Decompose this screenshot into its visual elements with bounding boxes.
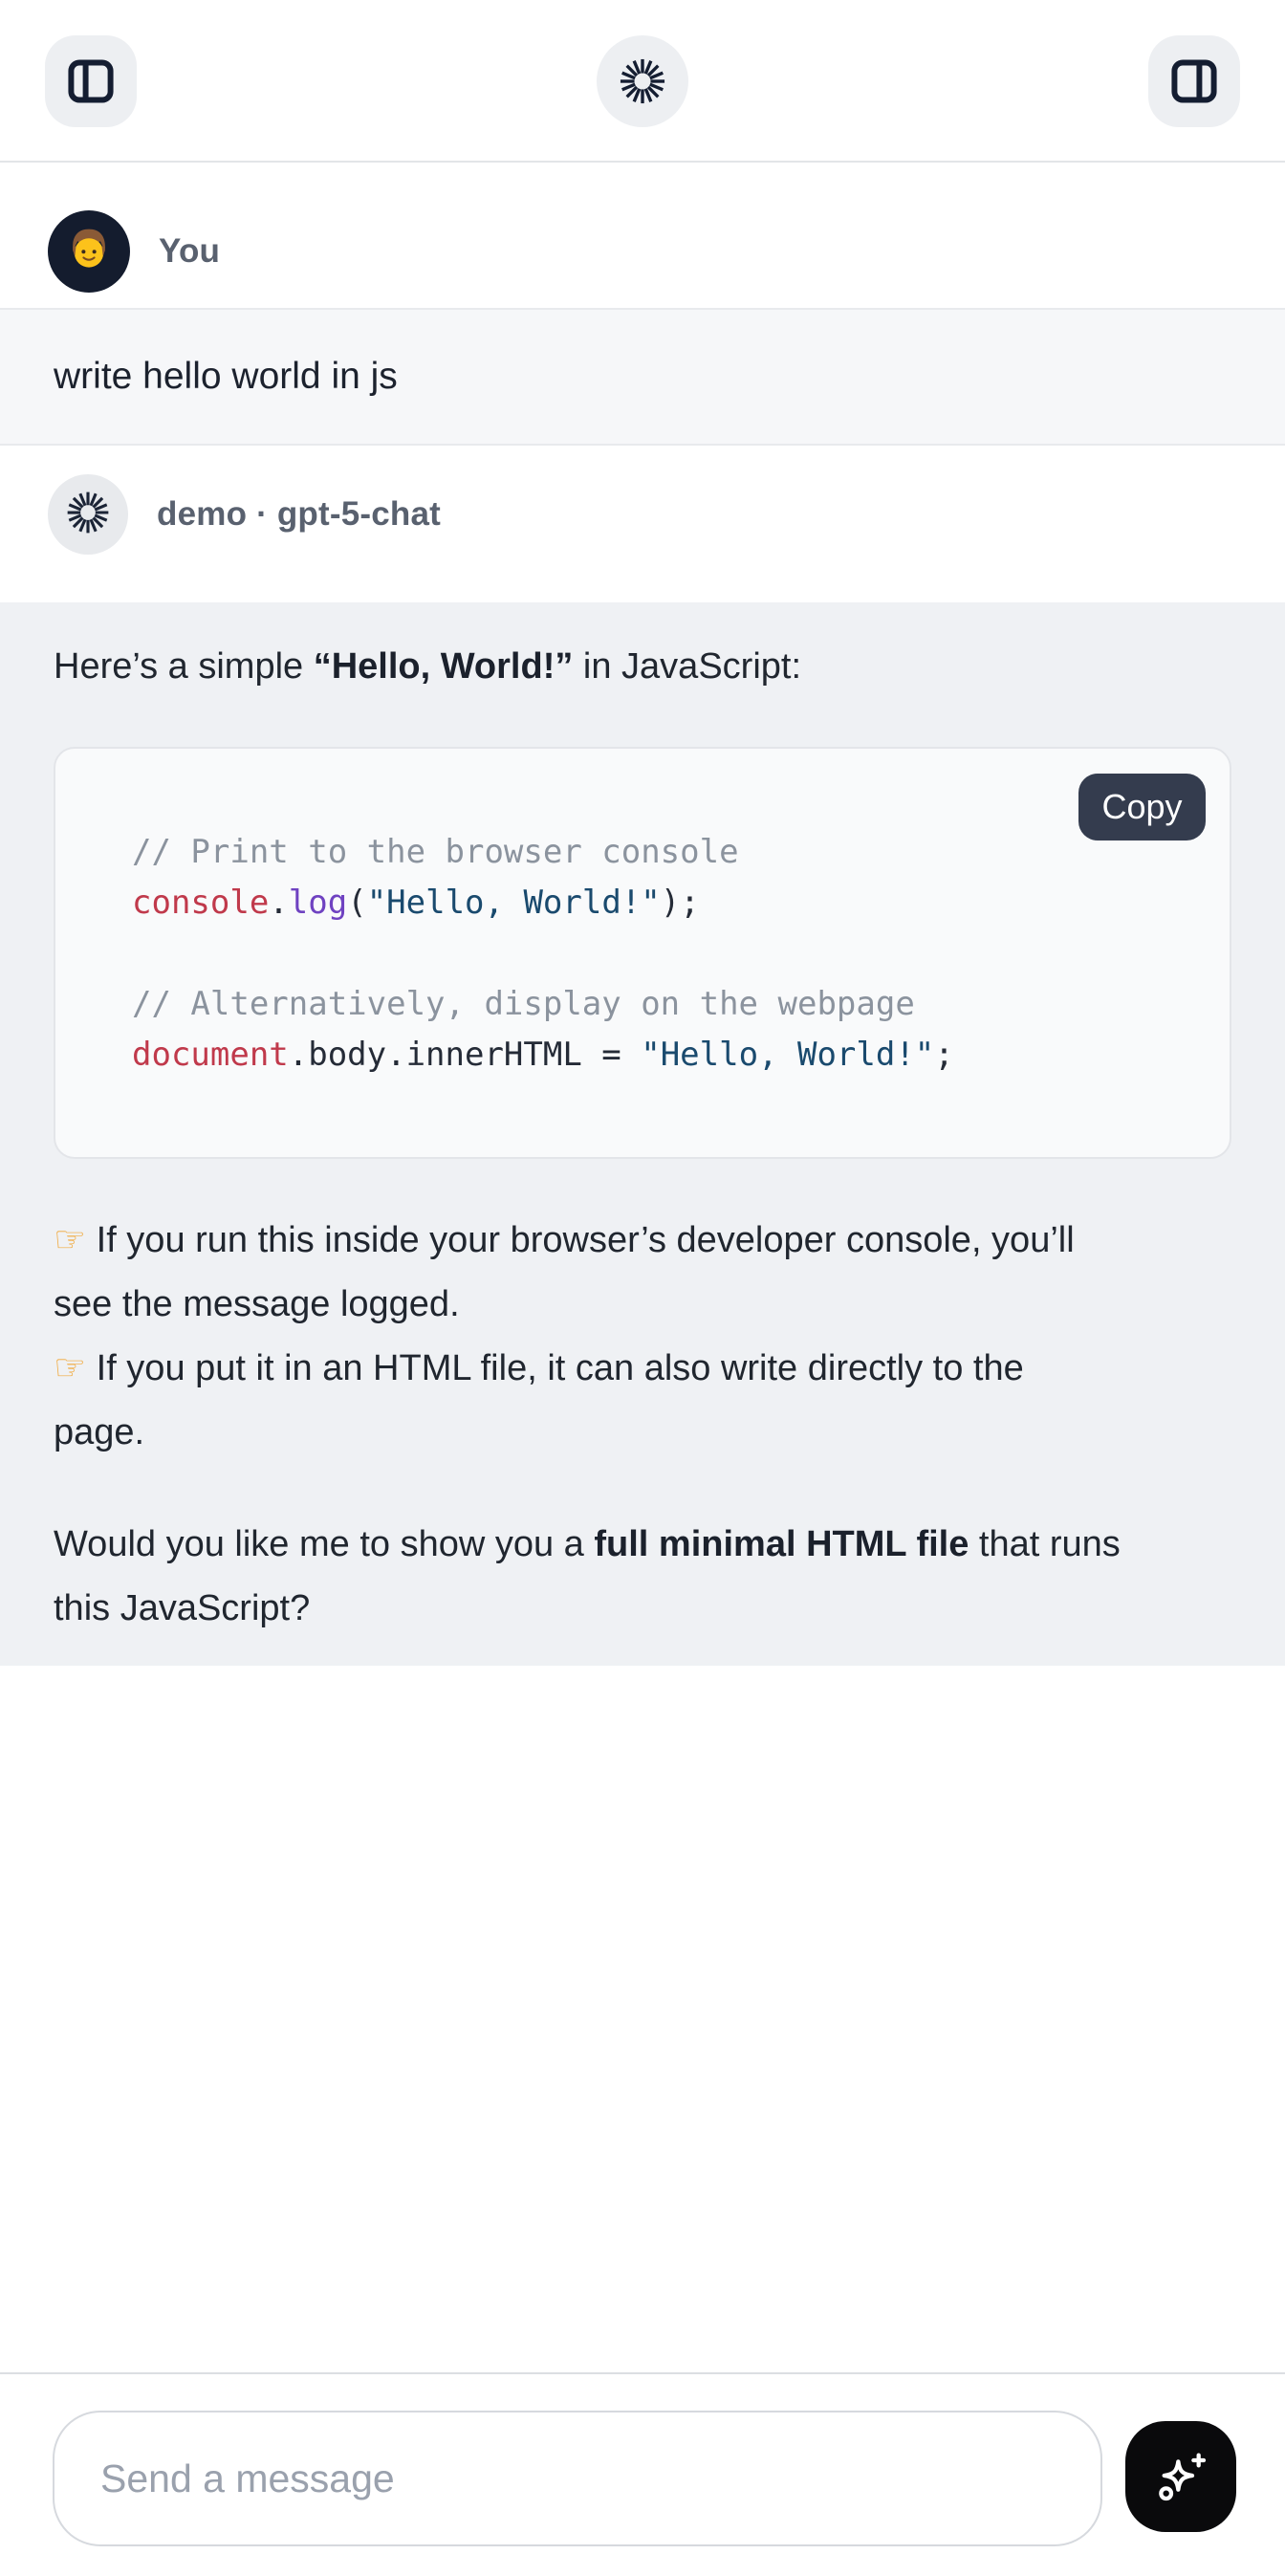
assistant-avatar bbox=[48, 474, 128, 555]
code-line: // Alternatively, display on the webpage bbox=[132, 979, 1191, 1030]
app-logo-button[interactable] bbox=[597, 35, 688, 127]
panel-right-icon bbox=[1169, 56, 1219, 106]
user-message: write hello world in js bbox=[0, 308, 1285, 446]
panel-left-icon bbox=[66, 56, 116, 106]
message-input[interactable] bbox=[53, 2411, 1102, 2546]
code-line bbox=[132, 928, 1191, 979]
code-line: console.log("Hello, World!"); bbox=[132, 878, 1191, 928]
assistant-question-paragraph: Would you like me to show you a full min… bbox=[54, 1513, 1231, 1641]
starburst-icon bbox=[64, 489, 112, 541]
user-avatar bbox=[48, 210, 130, 293]
user-message-header: You bbox=[48, 210, 220, 293]
code-line: document.body.innerHTML = "Hello, World!… bbox=[132, 1030, 1191, 1081]
assistant-message-header: demo · gpt-5-chat bbox=[48, 474, 441, 555]
code-line: // Print to the browser console bbox=[132, 827, 1191, 878]
ai-sparkle-icon bbox=[1150, 2445, 1211, 2509]
copy-code-button[interactable]: Copy bbox=[1078, 774, 1206, 840]
top-bar bbox=[0, 0, 1285, 163]
code-content: // Print to the browser consoleconsole.l… bbox=[132, 827, 1191, 1081]
code-block: Copy // Print to the browser consolecons… bbox=[54, 747, 1231, 1159]
assistant-message: Here’s a simple “Hello, World!” in JavaS… bbox=[0, 602, 1285, 1666]
composer-bar bbox=[0, 2372, 1285, 2576]
person-emoji-icon bbox=[63, 224, 115, 280]
chat-app: You write hello world in js demo · gpt-5… bbox=[0, 0, 1285, 2576]
pointing-right-emoji: ☞ bbox=[54, 1348, 86, 1388]
assistant-intro-line: Here’s a simple “Hello, World!” in JavaS… bbox=[54, 635, 1231, 699]
send-button[interactable] bbox=[1125, 2421, 1236, 2532]
right-panel-toggle-button[interactable] bbox=[1148, 35, 1240, 127]
assistant-tips-paragraph: ☞ If you run this inside your browser’s … bbox=[54, 1209, 1231, 1465]
sidebar-toggle-button[interactable] bbox=[45, 35, 137, 127]
pointing-right-emoji: ☞ bbox=[54, 1220, 86, 1260]
user-message-text: write hello world in js bbox=[54, 356, 398, 398]
user-role-label: You bbox=[159, 232, 220, 271]
assistant-model-label: demo · gpt-5-chat bbox=[157, 495, 441, 534]
starburst-icon bbox=[617, 55, 668, 107]
